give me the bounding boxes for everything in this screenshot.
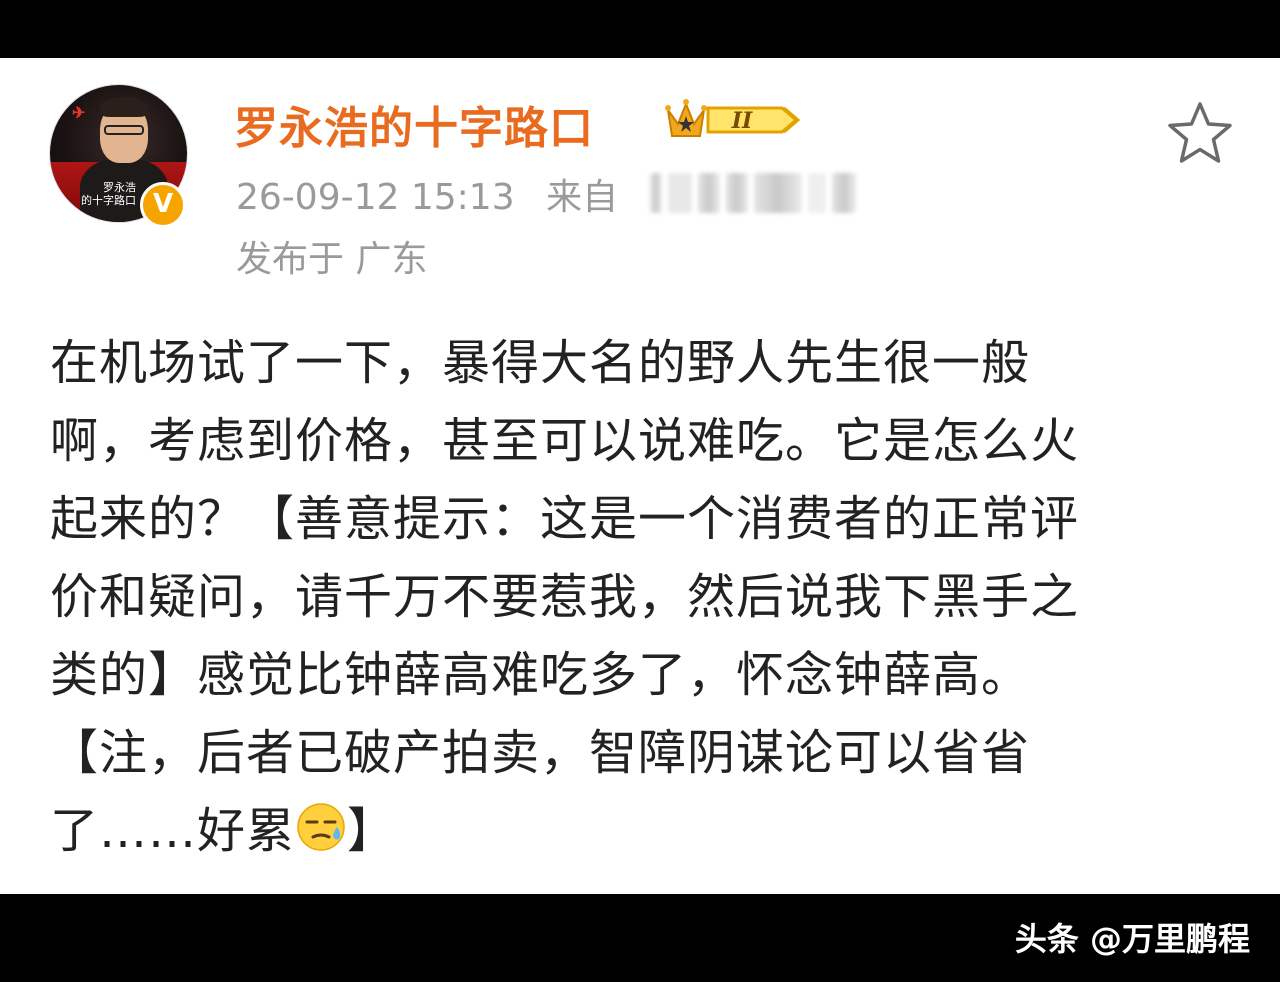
post-line-5: 类的】感觉比钟薛高难吃多了，怀念钟薛高。: [50, 647, 1031, 703]
weibo-post-card: ✈ 罗永浩 的十字路口 V 罗永浩的十字路口 II 26-09-12 15:13…: [0, 58, 1280, 894]
favorite-star-icon[interactable]: [1164, 98, 1236, 170]
post-meta: 26-09-12 15:13 来自: [236, 168, 618, 220]
source-device-blurred: [650, 170, 868, 216]
avatar-caption: 罗永浩 的十字路口: [78, 181, 136, 207]
verified-badge-icon: V: [140, 182, 186, 228]
avatar-glasses: [104, 125, 144, 135]
top-bar: [0, 0, 1280, 58]
post-line-2: 啊，考虑到价格，甚至可以说难吃。它是怎么火: [50, 413, 1080, 469]
level-badge-text: II: [731, 108, 753, 134]
post-line-3: 起来的？【善意提示：这是一个消费者的正常评: [50, 491, 1080, 547]
post-line-4: 价和疑问，请千万不要惹我，然后说我下黑手之: [50, 569, 1080, 625]
watermark: 头条 @万里鹏程: [1014, 920, 1250, 958]
post-body: 在机场试了一下，暴得大名的野人先生很一般 啊，考虑到价格，甚至可以说难吃。它是怎…: [50, 324, 1235, 870]
avatar-caption-line-2: 的十字路口: [81, 194, 136, 207]
avatar-caption-line-1: 罗永浩: [103, 181, 136, 194]
avatar-logo-icon: ✈: [72, 103, 86, 122]
post-line-7-tail: 】: [347, 803, 397, 859]
post-timestamp: 26-09-12 15:13: [236, 177, 515, 218]
post-line-6: 【注，后者已破产拍卖，智障阴谋论可以省省: [50, 725, 1031, 781]
username[interactable]: 罗永浩的十字路口: [234, 92, 594, 156]
post-line-7-text: 了……好累: [50, 803, 296, 859]
post-line-7: 了……好累 】: [50, 792, 1235, 870]
avatar-hair: [100, 97, 148, 117]
post-location: 发布于 广东: [236, 239, 428, 280]
post-source-prefix: 来自: [546, 177, 619, 218]
sweat-face-icon: [297, 803, 345, 851]
member-crown-icon[interactable]: II: [664, 94, 806, 144]
post-line-1: 在机场试了一下，暴得大名的野人先生很一般: [50, 335, 1031, 391]
bottom-bar: 头条 @万里鹏程: [0, 894, 1280, 982]
